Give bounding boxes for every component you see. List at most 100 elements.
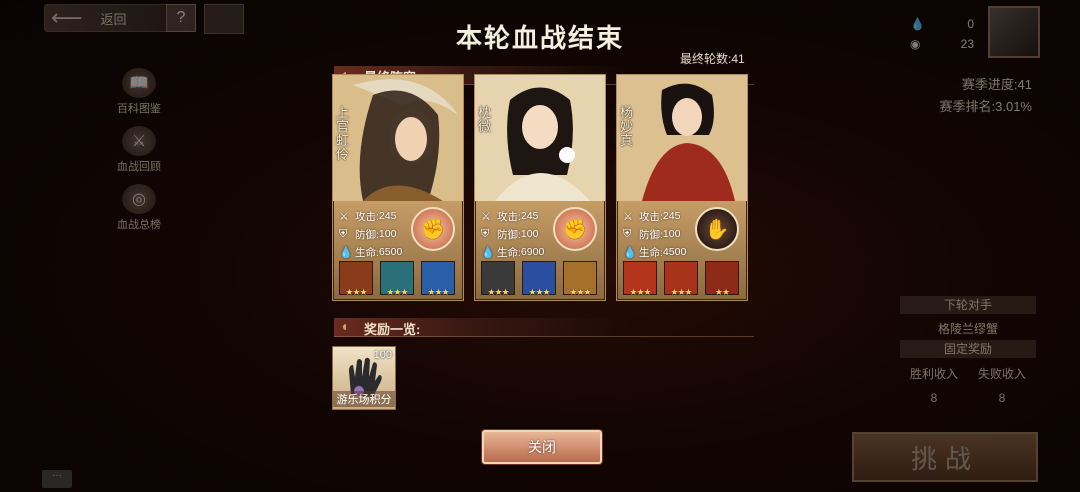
- win-income-label: 胜利收入: [909, 367, 958, 381]
- hero-stats: ⚔ 攻击: 245 ⛨ 防御: 100 💧 生命: 6900: [481, 207, 544, 261]
- help-button[interactable]: ?: [166, 4, 196, 32]
- hero-name: 枕微: [478, 106, 492, 135]
- skill-stars: ★★★: [629, 287, 651, 297]
- back-arrow-icon: ⟵: [51, 5, 83, 30]
- side-item-label: 百科图鉴: [117, 103, 161, 115]
- drop-icon: 💧: [481, 246, 495, 259]
- skill-stars: ★★★: [670, 287, 692, 297]
- rewards-section-label: ◖ 奖励一览:: [334, 318, 754, 337]
- swirl-icon: ◖: [340, 318, 349, 334]
- defense-label: 防御:: [639, 228, 663, 241]
- lose-income-label: 失败收入: [977, 367, 1026, 381]
- sword-icon: ⚔: [339, 210, 349, 223]
- skill-stars: ★★★: [345, 287, 367, 297]
- hero-portrait: [475, 75, 605, 201]
- reward-name: 游乐场积分: [333, 391, 395, 407]
- shield-icon: ⛨: [339, 227, 348, 240]
- win-income-value: 8: [930, 391, 938, 405]
- mail-icon[interactable]: [204, 4, 244, 34]
- side-menu: 📖 百科图鉴 ⚔ 血战回顾 ◎ 血战总榜: [104, 68, 174, 242]
- skill-stars: ★★★: [427, 287, 449, 297]
- hero-stats: ⚔ 攻击: 245 ⛨ 防御: 100 💧 生命: 4500: [623, 207, 686, 261]
- fixed-reward-header: 固定奖励: [900, 340, 1036, 358]
- book-icon: 📖: [122, 68, 156, 98]
- skill-icon[interactable]: ★★★: [421, 261, 455, 297]
- defense-label: 防御:: [355, 228, 379, 241]
- replay-icon: ⚔: [122, 126, 156, 156]
- drop-icon: 💧: [339, 246, 353, 259]
- side-item-encyclopedia[interactable]: 📖 百科图鉴: [104, 68, 174, 126]
- ranking-icon: ◎: [122, 184, 156, 214]
- defense-label: 防御:: [497, 228, 521, 241]
- opponent-name: 格陵兰缪蟹: [937, 322, 998, 336]
- currency-top-value: 0: [967, 17, 974, 31]
- skill-row: ★★★ ★★★ ★★: [623, 261, 739, 297]
- skill-stars: ★★★: [569, 287, 591, 297]
- hero-card[interactable]: 上官虹伶 ⚔ 攻击: 245 ⛨ 防御: 100 💧 生命: 6500 ✊ ★★★ ★★★ …: [332, 74, 464, 301]
- skill-stars: ★★★: [386, 287, 408, 297]
- fist-icon: ✊: [411, 207, 455, 251]
- fist-icon: ✊: [553, 207, 597, 251]
- hp-value: 6500: [378, 246, 403, 258]
- side-item-label: 血战回顾: [117, 161, 161, 173]
- side-item-ranking[interactable]: ◎ 血战总榜: [104, 184, 174, 242]
- hp-value: 4500: [662, 246, 687, 258]
- sword-icon: ⚔: [623, 210, 633, 223]
- season-rank: 赛季排名:3.01%: [939, 99, 1032, 114]
- avatar[interactable]: [988, 6, 1040, 58]
- attack-label: 攻击:: [639, 210, 663, 223]
- skill-icon[interactable]: ★★★: [339, 261, 373, 297]
- hero-card[interactable]: 杨妙真 ⚔ 攻击: 245 ⛨ 防御: 100 💧 生命: 4500 ✋ ★★★ ★★★ ★…: [616, 74, 748, 301]
- next-opponent-header: 下轮对手: [900, 296, 1036, 314]
- defense-value: 100: [520, 228, 539, 240]
- skill-icon[interactable]: ★★★: [380, 261, 414, 297]
- skill-row: ★★★ ★★★ ★★★: [339, 261, 455, 297]
- challenge-button[interactable]: 挑战: [852, 432, 1038, 482]
- hero-name: 杨妙真: [620, 106, 634, 149]
- attack-value: 245: [520, 210, 539, 222]
- hero-portrait: [617, 75, 747, 201]
- hero-portrait: [333, 75, 463, 201]
- hand-icon: ✋: [695, 207, 739, 251]
- reward-count: 100: [373, 349, 392, 361]
- currency-panel: 💧 0 ◉ 23: [910, 14, 974, 54]
- currency-bottom-value: 23: [960, 37, 974, 51]
- hp-label: 生命:: [639, 246, 663, 259]
- skill-icon[interactable]: ★★★: [623, 261, 657, 297]
- skill-icon[interactable]: ★★: [705, 261, 739, 297]
- defense-value: 100: [662, 228, 681, 240]
- attack-label: 攻击:: [497, 210, 521, 223]
- skill-icon[interactable]: ★★★: [563, 261, 597, 297]
- close-button[interactable]: 关闭: [482, 430, 602, 464]
- side-item-replay[interactable]: ⚔ 血战回顾: [104, 126, 174, 184]
- lose-income-value: 8: [998, 391, 1006, 405]
- skill-stars: ★★★: [528, 287, 550, 297]
- reward-item[interactable]: 100 游乐场积分: [332, 346, 396, 410]
- shield-icon: ⛨: [481, 227, 490, 240]
- shield-icon: ⛨: [623, 227, 632, 240]
- hp-value: 6900: [520, 246, 545, 258]
- skill-icon[interactable]: ★★★: [664, 261, 698, 297]
- skill-row: ★★★ ★★★ ★★★: [481, 261, 597, 297]
- skill-stars: ★★: [714, 287, 730, 297]
- skill-icon[interactable]: ★★★: [481, 261, 515, 297]
- attack-label: 攻击:: [355, 210, 379, 223]
- sword-icon: ⚔: [481, 210, 491, 223]
- side-item-label: 血战总榜: [117, 219, 161, 231]
- hero-card[interactable]: 枕微 ⚔ 攻击: 245 ⛨ 防御: 100 💧 生命: 6900 ✊ ★★★ ★★★ ★★…: [474, 74, 606, 301]
- back-label: 返回: [100, 11, 127, 27]
- chat-button[interactable]: ···: [42, 470, 72, 488]
- defense-value: 100: [378, 228, 397, 240]
- attack-value: 245: [378, 210, 397, 222]
- rewards-label-text: 奖励一览:: [364, 322, 421, 337]
- drop-icon: 💧: [623, 246, 637, 259]
- hp-label: 生命:: [497, 246, 521, 259]
- skill-stars: ★★★: [487, 287, 509, 297]
- hp-label: 生命:: [355, 246, 379, 259]
- final-rounds: 最终轮数:41: [680, 52, 745, 66]
- next-round-panel: 下轮对手 格陵兰缪蟹 固定奖励 胜利收入 失败收入 8 8: [900, 296, 1036, 410]
- drop-icon: 💧: [910, 17, 925, 31]
- skill-icon[interactable]: ★★★: [522, 261, 556, 297]
- attack-value: 245: [662, 210, 681, 222]
- hero-name: 上官虹伶: [336, 106, 350, 163]
